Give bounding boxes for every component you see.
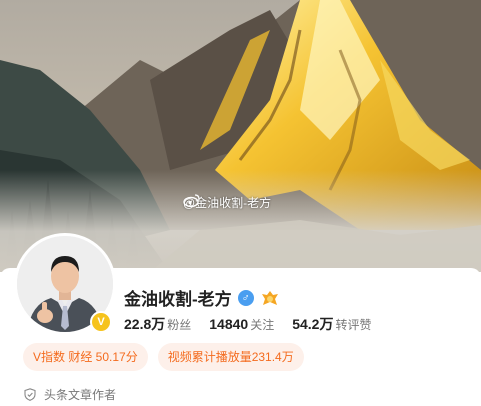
v-index-tag[interactable]: V指数 财经 50.17分 bbox=[23, 343, 148, 371]
verified-badge: V bbox=[90, 311, 112, 333]
shield-icon bbox=[24, 388, 36, 401]
stat-interactions[interactable]: 54.2万 转评赞 bbox=[292, 314, 371, 334]
stat-label: 关注 bbox=[250, 318, 275, 332]
name-row: 金油收割-老方 ♂ bbox=[124, 285, 280, 310]
stat-value: 54.2万 bbox=[292, 316, 334, 332]
profile-name: 金油收割-老方 bbox=[124, 290, 232, 309]
video-plays-tag[interactable]: 视频累计播放量231.4万 bbox=[157, 343, 304, 371]
stat-followers[interactable]: 22.8万 粉丝 bbox=[124, 314, 191, 334]
level-badge-icon[interactable] bbox=[260, 289, 280, 307]
stats-row: 22.8万 粉丝 14840 关注 54.2万 转评赞 bbox=[124, 314, 389, 334]
mountain-landscape bbox=[0, 0, 481, 272]
tags-row: V指数 财经 50.17分 视频累计播放量231.4万 bbox=[23, 343, 304, 371]
cover-image: @金油收割-老方 bbox=[0, 0, 481, 272]
weibo-icon bbox=[183, 194, 200, 207]
stat-label: 转评赞 bbox=[335, 318, 372, 332]
certification-text: 头条文章作者 bbox=[44, 388, 117, 402]
certification-row: 头条文章作者 bbox=[24, 386, 116, 403]
stat-label: 粉丝 bbox=[167, 318, 192, 332]
cover-watermark: @金油收割-老方 bbox=[183, 193, 271, 211]
stat-value: 14840 bbox=[209, 316, 249, 332]
stat-value: 22.8万 bbox=[124, 316, 166, 332]
stat-following[interactable]: 14840 关注 bbox=[209, 316, 274, 333]
male-icon: ♂ bbox=[237, 289, 254, 306]
